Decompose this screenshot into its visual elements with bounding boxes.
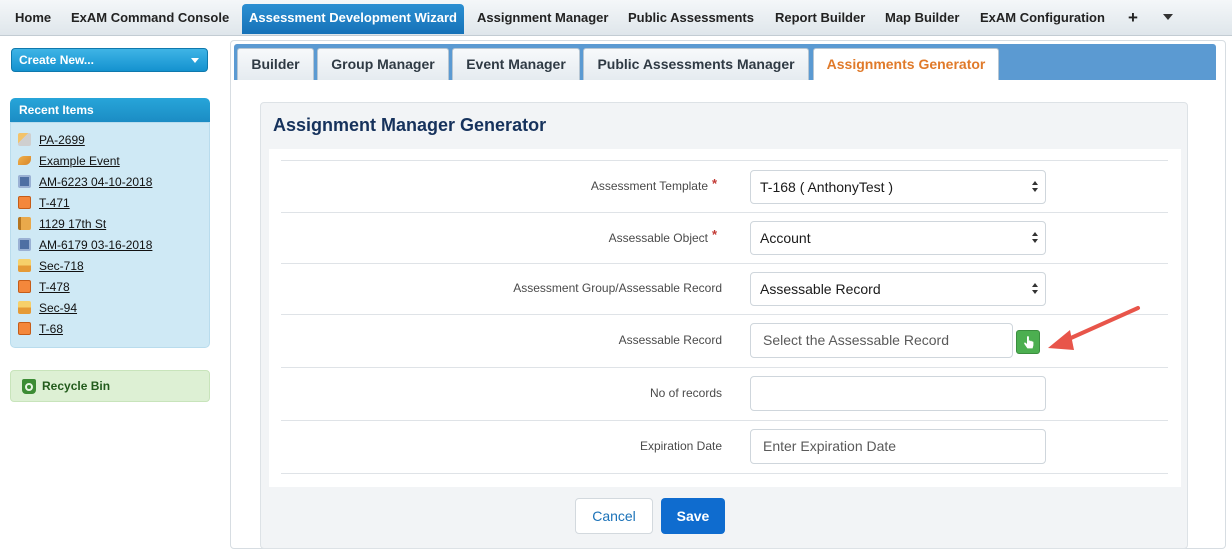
page-title: Assignment Manager Generator bbox=[273, 115, 547, 135]
recent-item[interactable]: PA-2699 bbox=[18, 132, 85, 148]
section-icon bbox=[18, 259, 31, 272]
tab-public-assessments-manager[interactable]: Public Assessments Manager bbox=[583, 48, 809, 80]
assessable-object-select[interactable]: Account bbox=[750, 221, 1046, 255]
recent-item-link[interactable]: AM-6223 04-10-2018 bbox=[39, 175, 152, 189]
select-arrows-icon bbox=[1032, 232, 1038, 244]
assessment-group-label: Assessment Group/Assessable Record bbox=[513, 281, 722, 295]
assessment-group-select[interactable]: Assessable Record bbox=[750, 272, 1046, 306]
required-indicator: * bbox=[712, 176, 718, 191]
assessable-record-label: Assessable Record bbox=[618, 333, 722, 347]
assessable-object-label: Assessable Object bbox=[608, 231, 708, 245]
record-picker-button[interactable] bbox=[1016, 330, 1040, 354]
recycle-bin-label: Recycle Bin bbox=[42, 379, 111, 393]
top-navigation: Home ExAM Command Console Assessment Dev… bbox=[0, 0, 1232, 36]
tab-group-manager[interactable]: Group Manager bbox=[317, 48, 449, 80]
recent-item-link[interactable]: T-68 bbox=[39, 322, 63, 336]
select-arrows-icon bbox=[1032, 283, 1038, 295]
row-divider bbox=[281, 263, 1168, 264]
template-icon bbox=[18, 196, 31, 209]
recent-item-link[interactable]: T-478 bbox=[39, 280, 70, 294]
recent-item[interactable]: Example Event bbox=[18, 153, 120, 169]
row-divider bbox=[281, 212, 1168, 213]
assignment-manager-icon bbox=[18, 238, 31, 251]
recent-items-header: Recent Items bbox=[10, 98, 210, 122]
event-icon bbox=[18, 156, 31, 165]
public-assessment-icon bbox=[18, 133, 31, 146]
recent-item-link[interactable]: PA-2699 bbox=[39, 133, 85, 147]
template-icon bbox=[18, 322, 31, 335]
recent-item[interactable]: Sec-718 bbox=[18, 258, 84, 274]
row-divider bbox=[281, 420, 1168, 421]
recent-item[interactable]: AM-6179 03-16-2018 bbox=[18, 237, 152, 253]
create-new-dropdown[interactable]: Create New... bbox=[11, 48, 208, 72]
tab-assignments-generator[interactable]: Assignments Generator bbox=[813, 48, 999, 80]
recycle-bin-icon bbox=[22, 379, 36, 394]
recent-item[interactable]: 1129 17th St bbox=[18, 216, 106, 232]
tab-builder[interactable]: Builder bbox=[237, 48, 314, 80]
annotation-arrow-icon bbox=[1048, 306, 1140, 350]
more-tabs-chevron-down-icon[interactable] bbox=[1163, 14, 1173, 20]
recent-item[interactable]: T-68 bbox=[18, 321, 63, 337]
row-divider bbox=[281, 160, 1168, 161]
expiration-date-label: Expiration Date bbox=[639, 439, 722, 453]
assignment-manager-icon bbox=[18, 175, 31, 188]
tab-assignment-manager[interactable]: Assignment Manager bbox=[470, 4, 615, 32]
tab-exam-command-console[interactable]: ExAM Command Console bbox=[64, 4, 236, 32]
chevron-down-icon bbox=[191, 58, 199, 63]
hand-pointer-icon bbox=[1024, 336, 1034, 349]
tab-event-manager[interactable]: Event Manager bbox=[452, 48, 580, 80]
assessment-group-value: Assessable Record bbox=[760, 281, 881, 297]
tab-public-assessments[interactable]: Public Assessments bbox=[621, 4, 761, 32]
section-icon bbox=[18, 301, 31, 314]
recent-item-link[interactable]: Sec-94 bbox=[39, 301, 77, 315]
recent-item-link[interactable]: AM-6179 03-16-2018 bbox=[39, 238, 152, 252]
assessment-template-select[interactable]: T-168 ( AnthonyTest ) bbox=[750, 170, 1046, 204]
assessment-template-value: T-168 ( AnthonyTest ) bbox=[760, 179, 894, 195]
recent-item-link[interactable]: Example Event bbox=[39, 154, 120, 168]
create-new-label: Create New... bbox=[19, 53, 94, 67]
recycle-bin-link[interactable]: Recycle Bin bbox=[10, 370, 210, 402]
required-indicator: * bbox=[712, 227, 718, 242]
tab-home[interactable]: Home bbox=[8, 4, 58, 32]
recent-items-panel: PA-2699 Example Event AM-6223 04-10-2018… bbox=[10, 122, 210, 348]
account-icon bbox=[18, 217, 31, 230]
expiration-date-input[interactable]: Enter Expiration Date bbox=[750, 429, 1046, 464]
assessment-template-label: Assessment Template bbox=[590, 179, 708, 193]
row-divider bbox=[281, 473, 1168, 474]
template-icon bbox=[18, 280, 31, 293]
add-tab-plus-icon[interactable]: + bbox=[1121, 4, 1145, 32]
select-arrows-icon bbox=[1032, 181, 1038, 193]
recent-item-link[interactable]: Sec-718 bbox=[39, 259, 84, 273]
row-divider bbox=[281, 367, 1168, 368]
cancel-button[interactable]: Cancel bbox=[575, 498, 653, 534]
no-of-records-label: No of records bbox=[649, 386, 722, 400]
tab-exam-configuration[interactable]: ExAM Configuration bbox=[973, 4, 1112, 32]
recent-item-link[interactable]: T-471 bbox=[39, 196, 70, 210]
recent-item[interactable]: T-471 bbox=[18, 195, 70, 211]
assessable-record-input[interactable]: Select the Assessable Record bbox=[750, 323, 1013, 358]
assessable-object-value: Account bbox=[760, 230, 811, 246]
recent-item[interactable]: AM-6223 04-10-2018 bbox=[18, 174, 152, 190]
tab-report-builder[interactable]: Report Builder bbox=[768, 4, 872, 32]
recent-item-link[interactable]: 1129 17th St bbox=[39, 217, 106, 231]
tab-map-builder[interactable]: Map Builder bbox=[878, 4, 966, 32]
no-of-records-input[interactable] bbox=[750, 376, 1046, 411]
save-button[interactable]: Save bbox=[661, 498, 725, 534]
tab-assessment-development-wizard[interactable]: Assessment Development Wizard bbox=[242, 4, 464, 34]
recent-item[interactable]: T-478 bbox=[18, 279, 70, 295]
row-divider bbox=[281, 314, 1168, 315]
recent-item[interactable]: Sec-94 bbox=[18, 300, 77, 316]
